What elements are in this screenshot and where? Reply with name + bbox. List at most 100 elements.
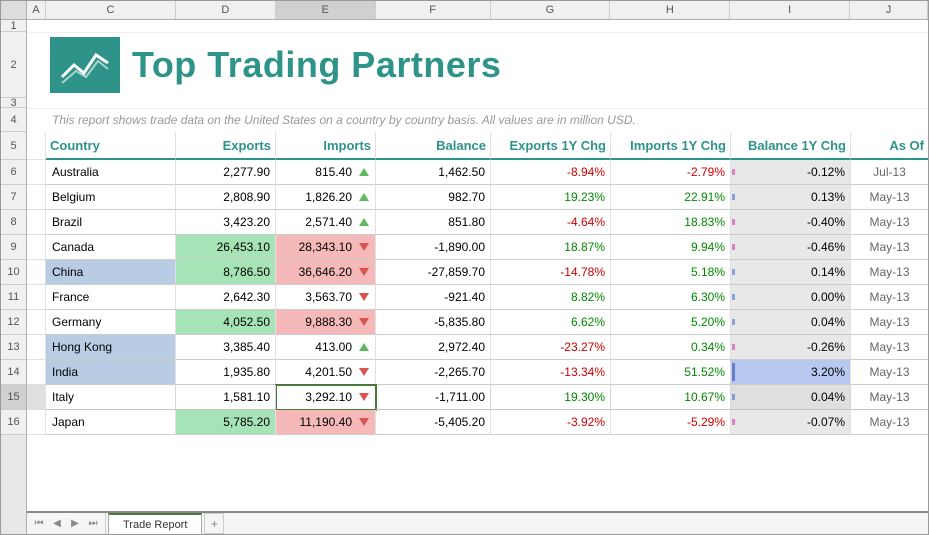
cell-country[interactable]: Belgium — [46, 185, 176, 210]
row-header-9[interactable]: 9 — [1, 235, 26, 260]
cell-country[interactable]: France — [46, 285, 176, 310]
cell-exports[interactable]: 1,935.80 — [176, 360, 276, 385]
row-header-5[interactable]: 5 — [1, 132, 26, 160]
cell-balance[interactable]: -1,711.00 — [376, 385, 491, 410]
cell-imports-1y[interactable]: 9.94% — [611, 235, 731, 260]
cell-asof[interactable]: May-13 — [851, 335, 928, 360]
cell-imports-1y[interactable]: 22.91% — [611, 185, 731, 210]
cell-country[interactable]: Italy — [46, 385, 176, 410]
cell-imports[interactable]: 413.00 — [276, 335, 376, 360]
cell-imports[interactable]: 2,571.40 — [276, 210, 376, 235]
cell-balance-1y[interactable]: 0.04% — [731, 310, 851, 335]
cell-imports-1y[interactable]: -2.79% — [611, 160, 731, 185]
cell-exports-1y[interactable]: 19.23% — [491, 185, 611, 210]
header-balance-1y[interactable]: Balance 1Y Chg — [731, 132, 851, 160]
sheet-tab[interactable]: Trade Report — [108, 513, 202, 534]
cell-balance[interactable]: -1,890.00 — [376, 235, 491, 260]
cell-asof[interactable]: May-13 — [851, 360, 928, 385]
cell-imports-1y[interactable]: 18.83% — [611, 210, 731, 235]
cell-asof[interactable]: May-13 — [851, 310, 928, 335]
cell-exports-1y[interactable]: 8.82% — [491, 285, 611, 310]
cell-balance-1y[interactable]: -0.40% — [731, 210, 851, 235]
tab-nav-prev[interactable]: ◀ — [49, 516, 65, 532]
col-header-F[interactable]: F — [376, 1, 491, 19]
cell-exports[interactable]: 1,581.10 — [176, 385, 276, 410]
tab-nav-next[interactable]: ▶ — [67, 516, 83, 532]
header-exports[interactable]: Exports — [176, 132, 276, 160]
cell-asof[interactable]: May-13 — [851, 235, 928, 260]
cell-country[interactable]: Australia — [46, 160, 176, 185]
cell-exports[interactable]: 2,642.30 — [176, 285, 276, 310]
cell-balance-1y[interactable]: 0.14% — [731, 260, 851, 285]
spreadsheet-grid[interactable]: Top Trading PartnersThis report shows tr… — [27, 20, 928, 511]
cell-balance[interactable]: -5,405.20 — [376, 410, 491, 435]
header-country[interactable]: Country — [46, 132, 176, 160]
cell-imports[interactable]: 3,563.70 — [276, 285, 376, 310]
header-imports[interactable]: Imports — [276, 132, 376, 160]
cell-imports[interactable]: 815.40 — [276, 160, 376, 185]
cell-exports-1y[interactable]: -13.34% — [491, 360, 611, 385]
cell-balance-1y[interactable]: -0.26% — [731, 335, 851, 360]
row-header-7[interactable]: 7 — [1, 185, 26, 210]
cell-balance[interactable]: -921.40 — [376, 285, 491, 310]
cell-imports[interactable]: 4,201.50 — [276, 360, 376, 385]
cell-imports-1y[interactable]: 5.20% — [611, 310, 731, 335]
cell-balance[interactable]: -5,835.80 — [376, 310, 491, 335]
cell-balance[interactable]: 982.70 — [376, 185, 491, 210]
cell-exports[interactable]: 3,385.40 — [176, 335, 276, 360]
header-imports-1y[interactable]: Imports 1Y Chg — [611, 132, 731, 160]
cell-asof[interactable]: May-13 — [851, 210, 928, 235]
cell-exports-1y[interactable]: -4.64% — [491, 210, 611, 235]
cell-exports-1y[interactable]: 18.87% — [491, 235, 611, 260]
row-header-4[interactable]: 4 — [1, 108, 26, 132]
header-balance[interactable]: Balance — [376, 132, 491, 160]
cell-exports[interactable]: 3,423.20 — [176, 210, 276, 235]
row-header-13[interactable]: 13 — [1, 335, 26, 360]
cell-country[interactable]: Japan — [46, 410, 176, 435]
cell-exports[interactable]: 5,785.20 — [176, 410, 276, 435]
col-header-G[interactable]: G — [491, 1, 611, 19]
cell-exports[interactable]: 2,277.90 — [176, 160, 276, 185]
cell-imports[interactable]: 28,343.10 — [276, 235, 376, 260]
cell-asof[interactable]: May-13 — [851, 285, 928, 310]
cell-exports[interactable]: 26,453.10 — [176, 235, 276, 260]
cell-imports-1y[interactable]: -5.29% — [611, 410, 731, 435]
cell-balance[interactable]: 851.80 — [376, 210, 491, 235]
row-header-14[interactable]: 14 — [1, 360, 26, 385]
cell-imports-1y[interactable]: 6.30% — [611, 285, 731, 310]
col-header-I[interactable]: I — [730, 1, 850, 19]
col-header-H[interactable]: H — [610, 1, 730, 19]
cell-balance-1y[interactable]: -0.12% — [731, 160, 851, 185]
cell-balance-1y[interactable]: -0.07% — [731, 410, 851, 435]
cell-balance-1y[interactable]: -0.46% — [731, 235, 851, 260]
cell-exports[interactable]: 4,052.50 — [176, 310, 276, 335]
col-header-E[interactable]: E — [276, 1, 376, 19]
tab-nav-first[interactable]: ⏮ — [31, 516, 47, 532]
cell-balance[interactable]: 2,972.40 — [376, 335, 491, 360]
col-header-A[interactable]: A — [27, 1, 46, 19]
row-header-8[interactable]: 8 — [1, 210, 26, 235]
cell-balance-1y[interactable]: 0.00% — [731, 285, 851, 310]
cell-imports[interactable]: 3,292.10 — [276, 385, 376, 410]
cell-exports[interactable]: 2,808.90 — [176, 185, 276, 210]
cell-country[interactable]: Hong Kong — [46, 335, 176, 360]
row-header-1[interactable]: 1 — [1, 20, 26, 32]
cell-country[interactable]: Canada — [46, 235, 176, 260]
cell-balance-1y[interactable]: 3.20% — [731, 360, 851, 385]
cell-imports[interactable]: 36,646.20 — [276, 260, 376, 285]
row-header-16[interactable]: 16 — [1, 410, 26, 435]
cell-asof[interactable]: Jul-13 — [851, 160, 928, 185]
select-all-corner[interactable] — [1, 1, 26, 20]
cell-exports-1y[interactable]: -8.94% — [491, 160, 611, 185]
cell-balance[interactable]: -2,265.70 — [376, 360, 491, 385]
cell-balance-1y[interactable]: 0.13% — [731, 185, 851, 210]
row-header-10[interactable]: 10 — [1, 260, 26, 285]
cell-country[interactable]: India — [46, 360, 176, 385]
cell-balance-1y[interactable]: 0.04% — [731, 385, 851, 410]
row-header-12[interactable]: 12 — [1, 310, 26, 335]
cell-exports-1y[interactable]: 6.62% — [491, 310, 611, 335]
row-header-2[interactable]: 2 — [1, 32, 26, 98]
cell-imports[interactable]: 11,190.40 — [276, 410, 376, 435]
row-header-6[interactable]: 6 — [1, 160, 26, 185]
row-header-3[interactable]: 3 — [1, 98, 26, 108]
